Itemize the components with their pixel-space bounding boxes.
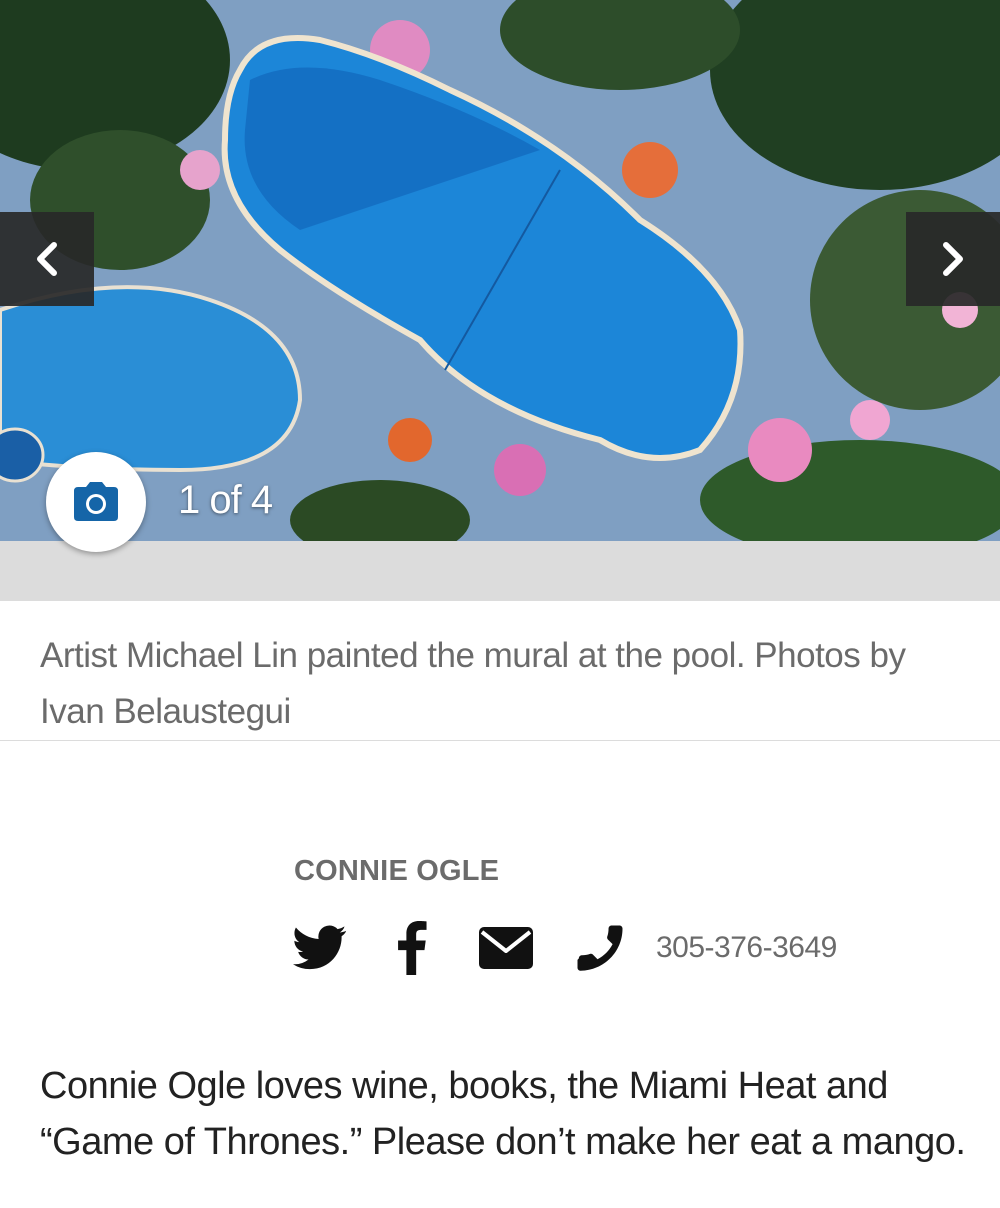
photo-caption: Artist Michael Lin painted the mural at … xyxy=(40,636,906,731)
gallery-footer-band xyxy=(0,541,1000,601)
chevron-right-icon xyxy=(943,242,963,276)
camera-icon xyxy=(74,482,118,521)
gallery-camera-button[interactable] xyxy=(46,452,146,552)
facebook-icon xyxy=(398,921,427,975)
divider xyxy=(0,740,1000,741)
next-photo-button[interactable] xyxy=(906,212,1000,306)
author-bio: Connie Ogle loves wine, books, the Miami… xyxy=(40,1065,966,1163)
author-contact-links: 305-376-3649 xyxy=(292,918,837,978)
phone-link[interactable] xyxy=(572,920,628,976)
gallery-photo[interactable] xyxy=(0,0,1000,541)
author-phone[interactable]: 305-376-3649 xyxy=(656,931,837,965)
author-name: CONNIE OGLE xyxy=(294,855,500,887)
phone-icon xyxy=(577,925,623,971)
photo-counter: 1 of 4 xyxy=(178,478,273,522)
facebook-link[interactable] xyxy=(384,920,440,976)
photo-gallery: 1 of 4 xyxy=(0,0,1000,541)
chevron-left-icon xyxy=(37,242,57,276)
email-icon xyxy=(479,927,533,969)
email-link[interactable] xyxy=(476,920,536,976)
twitter-icon xyxy=(293,925,347,970)
twitter-link[interactable] xyxy=(292,920,348,976)
previous-photo-button[interactable] xyxy=(0,212,94,306)
